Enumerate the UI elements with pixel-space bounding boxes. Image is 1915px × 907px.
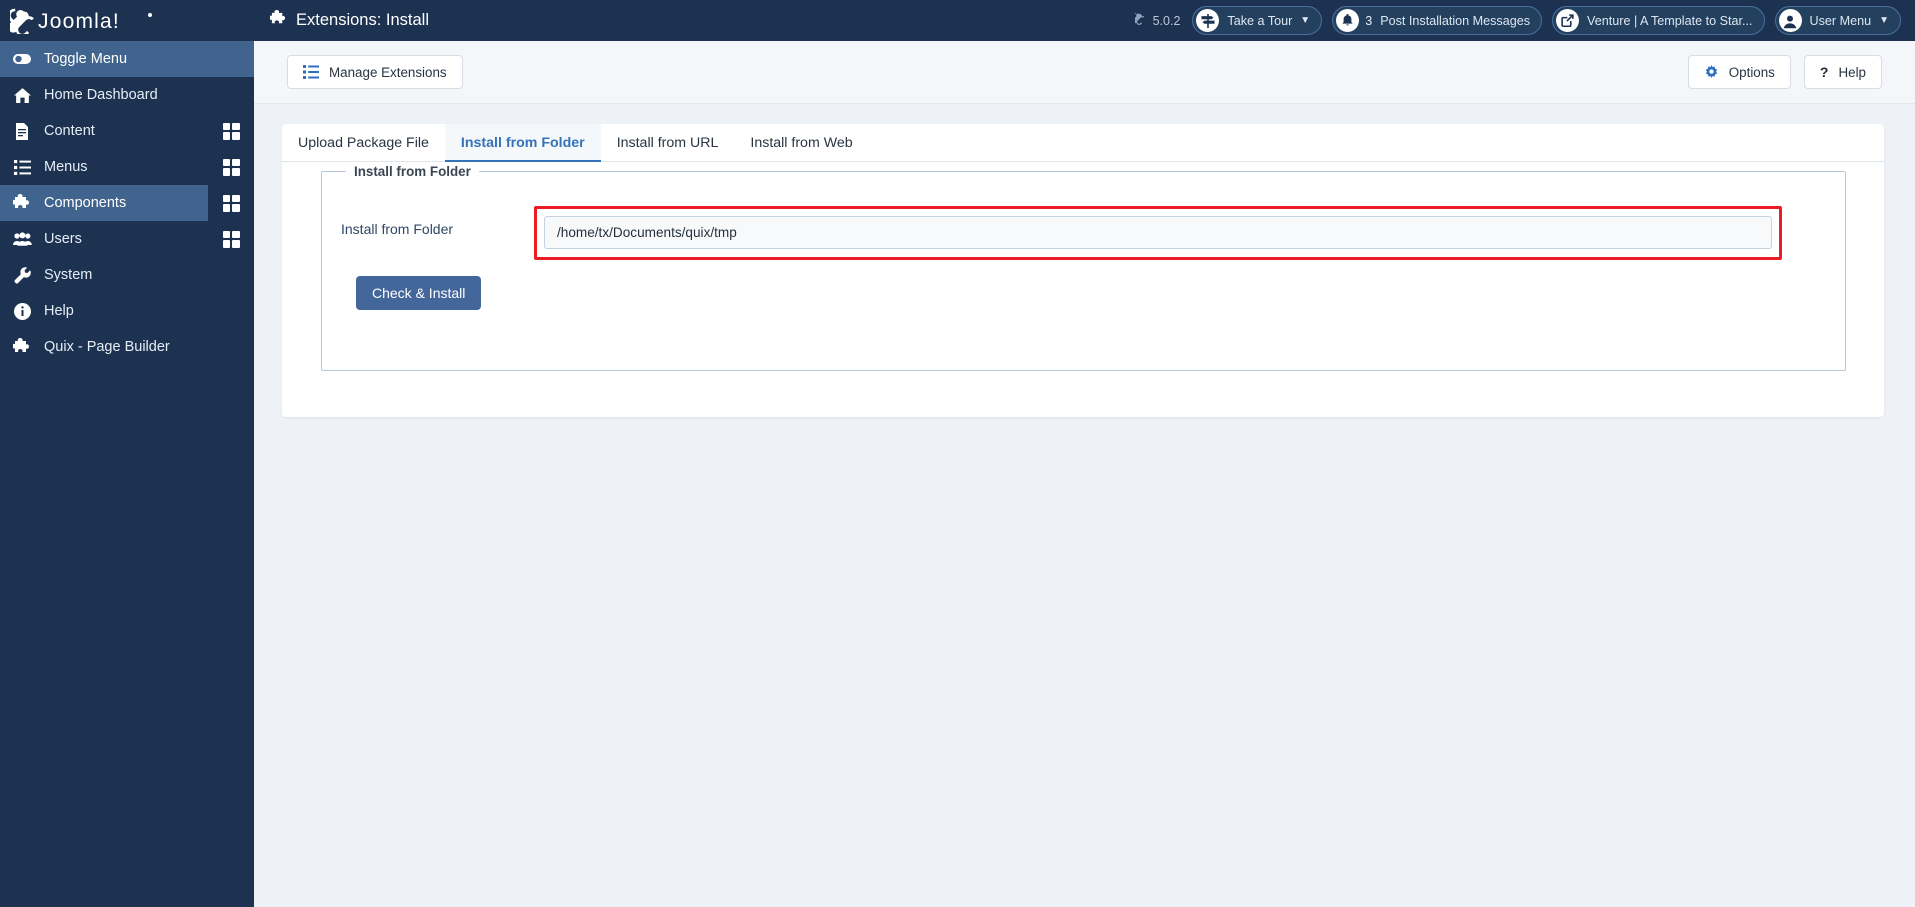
tab-label: Upload Package File [298,134,429,151]
grid-icon [222,122,240,140]
sidebar-item-label: Content [44,123,95,139]
options-label: Options [1728,64,1775,80]
site-preview-link[interactable]: Venture | A Template to Star... [1552,6,1765,35]
sidebar-item-home-dashboard[interactable]: Home Dashboard [0,77,254,113]
sidebar-item-label: Home Dashboard [44,87,158,103]
post-install-label: Post Installation Messages [1380,13,1531,28]
chevron-down-icon: ▼ [1879,15,1889,26]
puzzle-piece-icon [269,9,287,32]
sidebar-grid-button-components[interactable] [208,185,254,221]
tab-install-from-folder[interactable]: Install from Folder [444,124,601,162]
chevron-down-icon: ▼ [1300,15,1311,26]
tab-install-from-web[interactable]: Install from Web [734,124,868,161]
sidebar-grid-button-users[interactable] [208,221,254,257]
sidebar-item-label: Help [44,303,74,319]
main-content: Upload Package File Install from Folder … [254,104,1915,907]
help-label: Help [1838,64,1866,80]
sidebar-nav: Toggle Menu Home Dashboard Content › Men… [0,41,254,365]
sidebar-item-system[interactable]: System [0,257,254,293]
toolbar-right-group: Options ? Help [1687,55,1882,89]
top-header-bar: Extensions: Install 5.0.2 Take a Tour ▼ [254,0,1915,41]
sidebar-item-label: Quix - Page Builder [44,339,170,355]
page-toolbar: Manage Extensions Options ? Help [254,41,1915,104]
take-a-tour-label: Take a Tour [1227,13,1293,28]
user-menu-label: User Menu [1809,13,1872,28]
sidebar-item-content[interactable]: Content › [0,113,254,149]
tab-label: Install from Folder [460,134,585,151]
tab-label: Install from Web [750,134,853,151]
sidebar-item-label: Components [44,195,127,211]
users-icon [0,231,44,247]
document-icon [0,122,44,140]
info-circle-icon [0,302,44,320]
grid-icon [222,230,240,248]
sidebar-grid-button-menus[interactable] [208,149,254,185]
joomla-brand-logo[interactable]: Joomla! [0,0,254,41]
sidebar-grid-button-content[interactable] [208,113,254,149]
grid-icon [222,158,240,176]
install-folder-form-row: Install from Folder [322,206,1845,260]
user-menu-button[interactable]: User Menu ▼ [1774,6,1901,35]
sidebar-item-toggle-menu[interactable]: Toggle Menu [0,41,254,77]
fieldset-legend: Install from Folder [354,164,471,179]
sidebar: Joomla! Toggle Menu Home Dashboard Conte… [0,0,254,907]
joomla-version-text: 5.0.2 [1152,13,1181,28]
tab-upload-package-file[interactable]: Upload Package File [282,124,445,161]
external-link-icon [1556,9,1580,32]
manage-extensions-button[interactable]: Manage Extensions [287,55,463,89]
list-icon [0,159,44,175]
bell-icon [1336,9,1360,32]
install-panel: Upload Package File Install from Folder … [282,124,1884,417]
install-folder-input[interactable] [544,216,1772,249]
list-icon [303,65,319,79]
grid-icon [222,194,240,212]
post-installation-messages-button[interactable]: 3 Post Installation Messages [1332,6,1543,35]
sidebar-toggle-label: Toggle Menu [44,51,128,67]
signpost-icon [1196,9,1220,32]
puzzle-piece-icon [0,194,44,212]
joomla-version: 5.0.2 [1132,12,1181,29]
post-install-count: 3 [1365,13,1373,28]
page-title-text: Extensions: Install [296,11,429,29]
page-title: Extensions: Install [269,9,429,32]
tab-label: Install from URL [616,134,719,151]
toggle-switch-icon [0,49,44,69]
install-from-folder-fieldset: Install from Folder Install from Folder … [321,164,1846,371]
options-button[interactable]: Options [1687,55,1791,89]
sidebar-item-components[interactable]: Components › [0,185,254,221]
svg-text:Joomla!: Joomla! [38,10,120,33]
take-a-tour-button[interactable]: Take a Tour ▼ [1192,6,1323,35]
manage-extensions-label: Manage Extensions [329,64,447,80]
user-circle-icon [1778,9,1802,32]
help-button[interactable]: ? Help [1803,55,1882,89]
sidebar-item-label: Menus [44,159,88,175]
install-folder-label: Install from Folder [341,221,454,237]
home-icon [0,87,44,104]
gear-icon [1704,64,1719,80]
question-mark-icon: ? [1819,64,1829,80]
install-tabs: Upload Package File Install from Folder … [282,124,1884,162]
header-actions: 5.0.2 Take a Tour ▼ 3 Post Installation … [1132,6,1915,35]
tab-install-from-url[interactable]: Install from URL [601,124,735,161]
sidebar-item-quix-page-builder[interactable]: Quix - Page Builder [0,329,254,365]
sidebar-item-users[interactable]: Users › [0,221,254,257]
toolbar-left-group: Manage Extensions [287,55,463,89]
check-and-install-button[interactable]: Check & Install [356,276,482,310]
wrench-icon [0,266,44,284]
sidebar-item-label: Users [44,231,82,247]
sidebar-item-help[interactable]: Help [0,293,254,329]
puzzle-piece-icon [0,338,44,356]
joomla-logo-icon: Joomla! [10,8,210,34]
joomla-mark-icon [1132,12,1148,29]
site-preview-label: Venture | A Template to Star... [1587,13,1753,28]
sidebar-item-label: System [44,267,93,283]
sidebar-item-menus[interactable]: Menus › [0,149,254,185]
